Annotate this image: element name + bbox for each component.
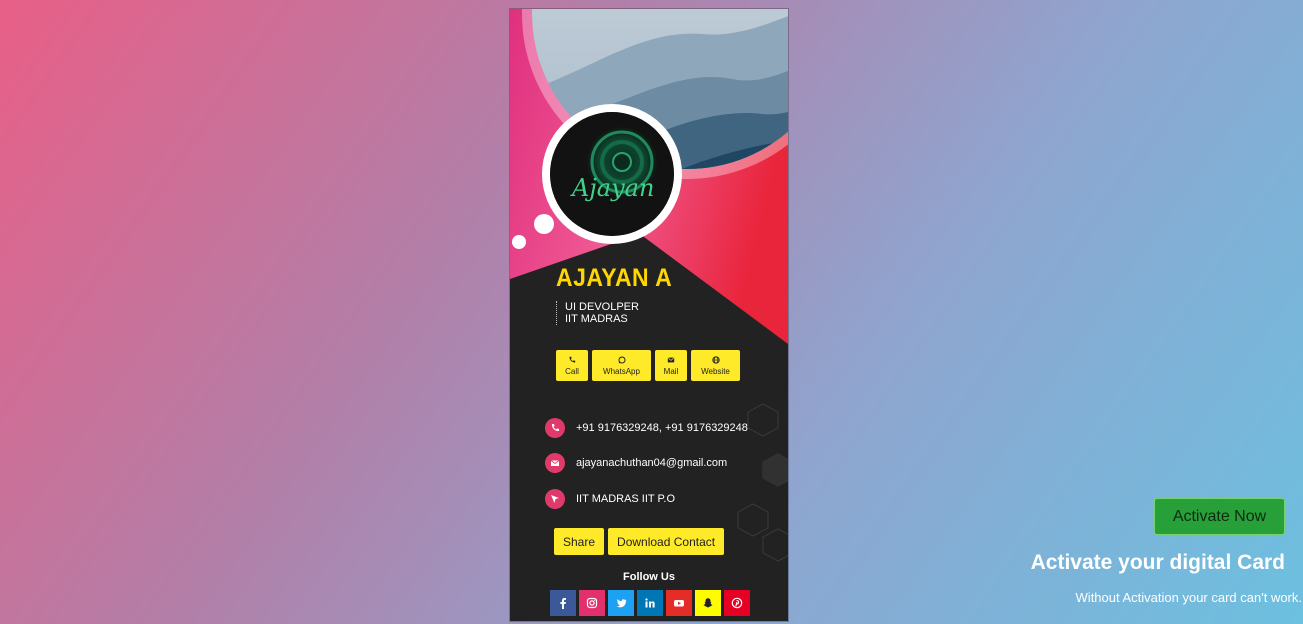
instagram-link[interactable] [579,590,605,616]
contact-phone[interactable]: +91 9176329248, +91 9176329248 [545,418,748,438]
card-buttons: Share Download Contact [554,528,725,555]
phone-icon [551,424,559,432]
follow-us-heading: Follow Us [623,571,675,583]
activation-subtitle: Without Activation your card can't work. [1075,590,1302,605]
twitter-link[interactable] [608,590,634,616]
contact-address[interactable]: IIT MADRAS IIT P.O [545,489,675,509]
card-name: AJAYAN A [556,264,673,292]
location-icon [551,495,559,503]
youtube-link[interactable] [666,590,692,616]
mail-icon [550,460,560,466]
whatsapp-button[interactable]: WhatsApp [592,350,651,381]
address-text: IIT MADRAS IIT P.O [576,493,676,505]
linkedin-icon [645,598,655,608]
phone-text: +91 9176329248, +91 9176329248 [576,422,748,434]
mail-button[interactable]: Mail [655,350,687,381]
call-label: Call [565,366,579,376]
linkedin-link[interactable] [637,590,663,616]
snapchat-icon [703,598,713,608]
activate-now-button[interactable]: Activate Now [1154,498,1285,535]
role-organization: IIT MADRAS [565,313,628,325]
location-circle [545,489,565,509]
whatsapp-label: WhatsApp [603,366,640,376]
decor-bubble-small [534,214,554,234]
snapchat-link[interactable] [695,590,721,616]
logo-script-text: Ajayan [572,174,655,202]
card-roles: UI DEVOLPER IIT MADRAS [556,301,639,325]
activation-title: Activate your digital Card [1030,551,1285,574]
instagram-icon [586,597,598,609]
decor-bubble-tiny [512,235,526,249]
business-card: Ajayan AJAYAN A UI DEVOLPER IIT MADRAS C… [510,9,788,621]
share-button[interactable]: Share [554,528,605,555]
phone-icon [569,356,576,362]
call-button[interactable]: Call [556,350,588,381]
globe-icon [711,355,720,364]
website-label: Website [701,366,730,376]
mail-icon [667,356,675,362]
email-text: ajayanachuthan04@gmail.com [576,457,728,469]
download-contact-button[interactable]: Download Contact [608,528,725,555]
pinterest-icon [731,597,743,609]
quick-actions: Call WhatsApp Mail Website [556,350,740,381]
social-links [550,590,750,616]
pinterest-link[interactable] [724,590,750,616]
mail-label: Mail [663,366,679,376]
mail-circle [545,453,565,473]
twitter-icon [616,599,627,608]
facebook-icon [560,598,566,609]
youtube-icon [674,600,684,607]
role-title: UI DEVOLPER [565,301,639,313]
website-button[interactable]: Website [691,350,740,381]
facebook-link[interactable] [550,590,576,616]
phone-circle [545,418,565,438]
whatsapp-icon [617,355,626,364]
profile-logo: Ajayan [550,112,674,236]
contact-email[interactable]: ajayanachuthan04@gmail.com [545,453,727,473]
profile-avatar-ring: Ajayan [542,104,682,244]
